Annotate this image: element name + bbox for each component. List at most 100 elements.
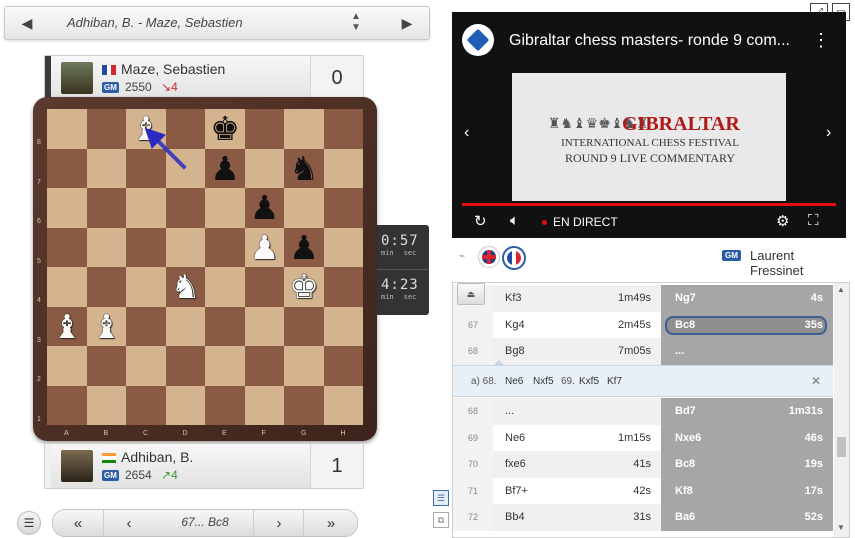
chessboard[interactable]: 8 7 6 5 4 3 2 1 A B C D E F G H ♝ ♚ ♟ ♞ ♟ ♟ ♟ ♞ ♚ ♝ ♝ [37, 109, 363, 437]
first-move-button[interactable]: « [53, 510, 103, 536]
commentator-name: Laurent Fressinet [750, 248, 804, 278]
move-san: Nxe6 [675, 431, 702, 444]
black-move[interactable]: ... [661, 338, 833, 365]
rating-change: ↘4 [161, 80, 178, 94]
rank-label: 3 [37, 336, 41, 344]
move-san: Bc8 [675, 458, 696, 471]
move-number: 68 [453, 338, 493, 365]
move-row: 67 Kg4 2m45s Bc8 35s [453, 311, 833, 339]
white-move[interactable]: Bf7+ 42s [493, 478, 661, 505]
title-badge: GM [102, 470, 119, 481]
game-dropdown-icon[interactable]: ▲ ▼ [351, 11, 361, 33]
move-san: fxe6 [505, 458, 526, 471]
black-move[interactable]: Bd7 1m31s [661, 398, 833, 425]
white-move[interactable]: Ne6 1m15s [493, 425, 661, 452]
move-time: 1m15s [617, 431, 651, 444]
fullscreen-icon[interactable]: ⛶ [808, 212, 819, 229]
next-move-button[interactable]: › [253, 510, 304, 536]
scroll-down-icon[interactable]: ▼ [837, 523, 845, 532]
collapse-button[interactable]: ⏏ [457, 283, 485, 305]
variation-move[interactable]: Ne6 [505, 376, 523, 387]
move-number: 69 [453, 424, 493, 451]
chessboard-frame: 8 7 6 5 4 3 2 1 A B C D E F G H ♝ ♚ ♟ ♞ ♟ ♟ ♟ ♞ ♚ ♝ ♝ [33, 97, 377, 441]
arrow-up-icon: ↗ [161, 468, 172, 482]
rating-change: ↗4 [161, 468, 178, 482]
move-san: Kf3 [505, 292, 522, 305]
move-time: 35s [804, 318, 823, 331]
file-label: D [182, 430, 188, 437]
black-move[interactable]: Bc8 35s [661, 311, 833, 338]
move-time: 31s [633, 511, 651, 524]
move-navigation: « ‹ 67... Bc8 › » [52, 509, 358, 537]
move-san: Bb4 [505, 511, 525, 524]
windows-icon[interactable]: ⧉ [433, 512, 449, 528]
scrollbar[interactable]: ▲ ▼ [834, 283, 849, 537]
file-label: F [261, 430, 266, 437]
player-rating: 2550 [125, 80, 152, 94]
video-player[interactable]: Gibraltar chess masters- ronde 9 com... … [452, 12, 846, 238]
variation-move[interactable]: Kf7 [607, 376, 622, 387]
side-tools: ☰ ⧉ [433, 490, 449, 530]
more-options-icon[interactable]: ⋮ [812, 30, 830, 51]
move-san: Kf8 [675, 484, 693, 497]
live-indicator[interactable]: EN DIRECT [542, 215, 618, 229]
move-number: 72 [453, 504, 493, 531]
black-move[interactable]: Bc8 19s [661, 451, 833, 478]
scrollbar-thumb[interactable] [837, 437, 846, 457]
last-move-button[interactable]: » [303, 510, 358, 536]
move-number: 71 [453, 477, 493, 504]
avatar [61, 62, 93, 94]
move-time: 42s [633, 484, 651, 497]
file-label: A [64, 430, 69, 437]
previous-game-button[interactable]: ◀ [5, 7, 49, 39]
move-san: ... [505, 405, 515, 418]
white-move[interactable]: Kg4 2m45s [493, 312, 661, 339]
rank-label: 8 [37, 139, 41, 146]
flag-india-icon [102, 453, 116, 463]
move-time: 41s [633, 458, 651, 471]
scroll-up-icon[interactable]: ▲ [837, 285, 845, 294]
top-player-card: Maze, Sebastien GM 2550 ↘4 0 [44, 55, 364, 101]
move-number: 67 [453, 311, 493, 338]
move-row: 66Kf31m49sNg74s [453, 285, 833, 312]
flag-uk-icon[interactable] [478, 246, 500, 268]
white-move[interactable]: fxe6 41s [493, 451, 661, 478]
menu-button[interactable]: ☰ [17, 511, 41, 535]
move-time: 1m31s [788, 405, 823, 418]
notation-list-icon[interactable]: ☰ [433, 490, 449, 506]
broadcast-icon[interactable]: ⌁ [452, 246, 472, 266]
chevron-right-icon[interactable]: › [826, 124, 831, 142]
white-move[interactable]: Bb4 31s [493, 504, 661, 531]
close-icon[interactable]: ✕ [811, 374, 821, 388]
next-game-button[interactable]: ▶ [385, 7, 429, 39]
slide-heading: GIBRALTAR [622, 113, 740, 135]
move-row: 72 Bb4 31s Ba6 52s [453, 504, 833, 531]
move-list: 66Kf31m49sNg74s67Kg42m45sBc835s68Bg87m05… [452, 282, 850, 538]
white-move[interactable]: ... [493, 398, 661, 425]
volume-icon[interactable]: 🔈︎ [510, 212, 519, 229]
black-move[interactable]: Ba6 52s [661, 504, 833, 531]
bottom-player-card: Adhiban, B. GM 2654 ↗4 1 [44, 443, 364, 489]
video-title[interactable]: Gibraltar chess masters- ronde 9 com... [509, 32, 790, 50]
move-san: Ba6 [675, 511, 696, 524]
black-move[interactable]: Kf8 17s [661, 477, 833, 504]
white-move[interactable]: Bg8 7m05s [493, 338, 661, 365]
move-time: 52s [804, 511, 823, 524]
flag-france-icon[interactable] [502, 246, 526, 270]
game-title[interactable]: Adhiban, B. - Maze, Sebastien [67, 15, 243, 30]
chevron-left-icon[interactable]: ‹ [464, 124, 469, 142]
black-move[interactable]: Ng7 4s [661, 285, 833, 312]
rank-label: 5 [37, 257, 41, 265]
variation-number: 69. [561, 376, 575, 387]
white-move[interactable]: Kf3 1m49s [493, 285, 661, 312]
previous-move-button[interactable]: ‹ [103, 510, 154, 536]
channel-logo-icon[interactable] [462, 24, 494, 56]
gear-icon[interactable]: ⚙︎ [776, 212, 789, 230]
variation-move[interactable]: Kxf5 [579, 376, 599, 387]
black-move[interactable]: Nxe6 46s [661, 424, 833, 451]
variation-move[interactable]: Nxf5 [533, 376, 554, 387]
progress-bar[interactable] [462, 203, 836, 206]
file-label: B [103, 430, 109, 437]
move-row: 71 Bf7+ 42s Kf8 17s [453, 477, 833, 505]
replay-icon[interactable]: ↻ [474, 212, 487, 230]
